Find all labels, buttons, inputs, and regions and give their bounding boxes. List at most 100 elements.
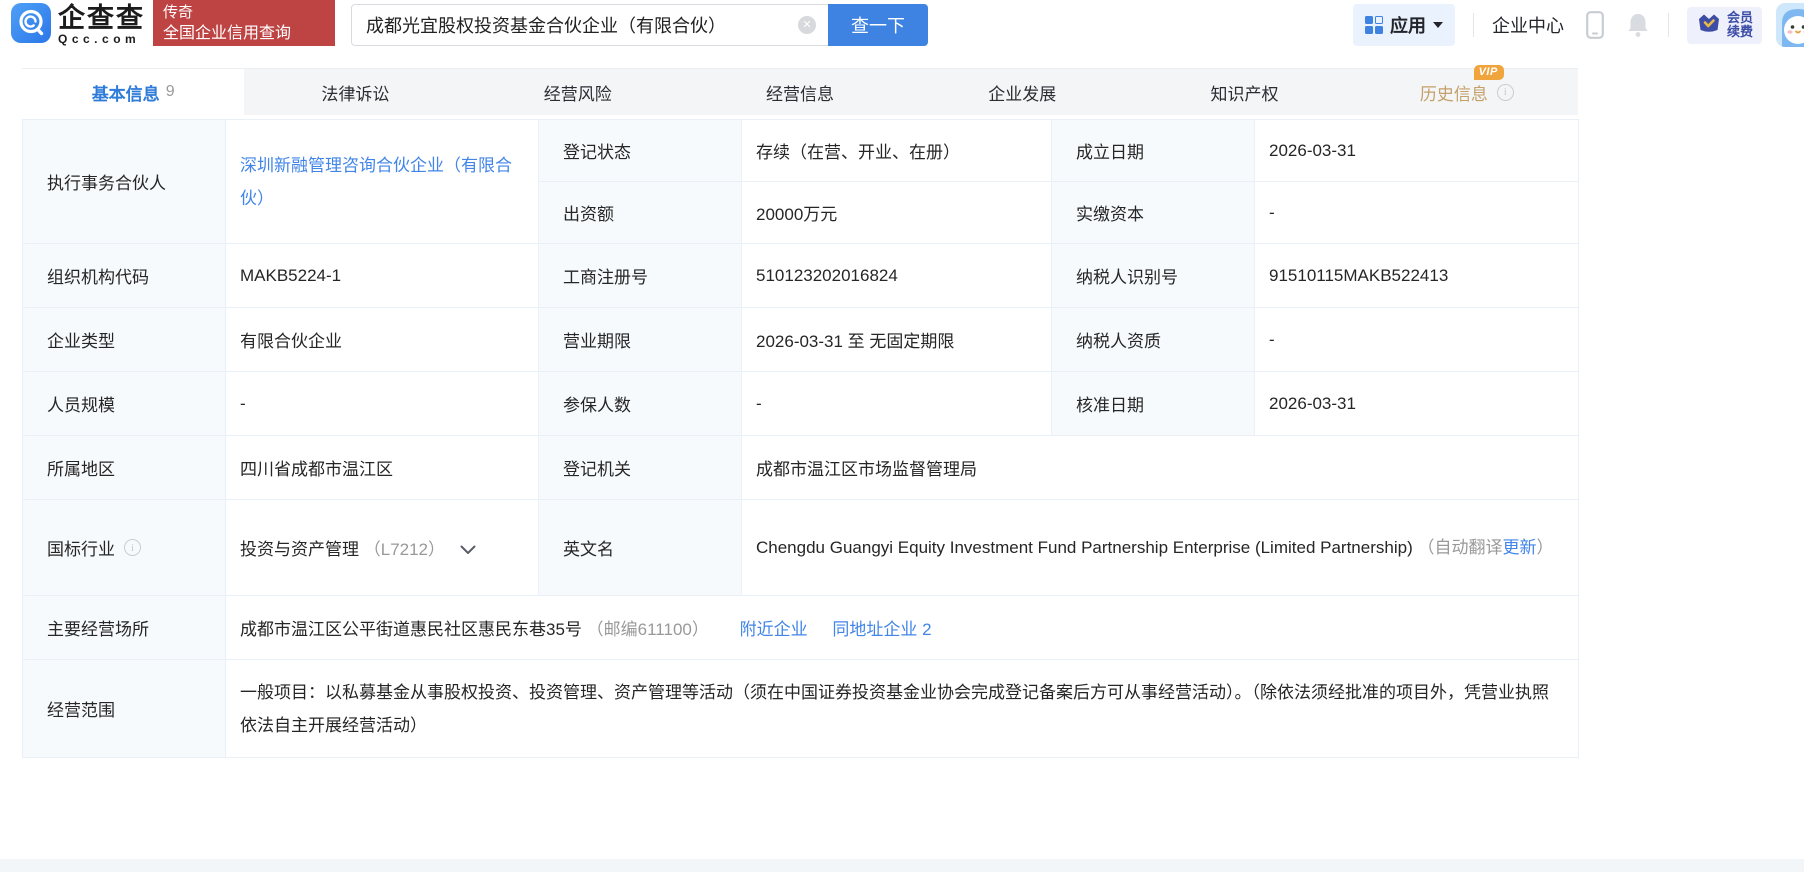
tab-operating-info[interactable]: 经营信息 — [689, 69, 911, 115]
info-circle-icon[interactable] — [1496, 83, 1514, 101]
translate-update-link[interactable]: 更新 — [1502, 538, 1536, 557]
establish-date-label: 成立日期 — [1051, 119, 1255, 182]
business-reg-no-label: 工商注册号 — [538, 243, 742, 308]
promo-banner: 传奇 全国企业信用查询 — [153, 0, 335, 46]
region-value: 四川省成都市温江区 — [225, 435, 539, 500]
staff-size-label: 人员规模 — [22, 371, 226, 436]
paid-in-capital-label: 实缴资本 — [1051, 181, 1255, 244]
info-circle-icon[interactable] — [124, 539, 141, 556]
approval-date-value: 2026-03-31 — [1254, 371, 1579, 436]
business-scope-label: 经营范围 — [22, 659, 226, 758]
auto-translate-note: （自动翻译 — [1417, 538, 1503, 557]
approval-date-label: 核准日期 — [1051, 371, 1255, 436]
divider — [1667, 13, 1669, 37]
tab-basic-info[interactable]: 基本信息 9 — [22, 69, 245, 115]
tab-label: 历史信息 — [1419, 84, 1488, 104]
english-name-label: 英文名 — [538, 499, 742, 596]
qcc-company-page: { "colors": { "accent_blue": "#3E83E2", … — [0, 0, 1804, 872]
header-right-nav: 应用 企业中心 会员 续费 — [1352, 3, 1804, 47]
industry-label: 国标行业 — [47, 540, 115, 559]
tab-label: 经营信息 — [765, 84, 834, 104]
divider — [1472, 13, 1474, 37]
tab-label: 企业发展 — [988, 84, 1057, 104]
org-code-label: 组织机构代码 — [22, 243, 226, 308]
brand-text: 企查查 Qcc.com — [58, 2, 145, 46]
business-scope-value: 一般项目：以私募基金从事股权投资、投资管理、资产管理等活动（须在中国证券投资基金… — [225, 659, 1579, 758]
tab-operating-risk[interactable]: 经营风险 — [467, 69, 689, 115]
paid-in-capital-value: - — [1254, 181, 1579, 244]
tab-intellectual-property[interactable]: 知识产权 — [1133, 69, 1355, 115]
main-address-value: 成都市温江区公平街道惠民社区惠民东巷35号 — [240, 620, 582, 639]
mobile-phone-icon[interactable] — [1586, 11, 1604, 39]
penguin-avatar[interactable] — [1776, 3, 1804, 47]
search-button[interactable]: 查一下 — [828, 4, 928, 46]
english-name-value: Chengdu Guangyi Equity Investment Fund P… — [756, 538, 1413, 557]
section-tabbar: 基本信息 9 法律诉讼 经营风险 经营信息 企业发展 知识产权 历史信息 VIP — [22, 64, 1578, 115]
main-address-label: 主要经营场所 — [22, 595, 226, 660]
member-line1: 会员 — [1726, 10, 1753, 25]
executive-partner-link[interactable]: 深圳新融管理咨询合伙企业（有限合伙） — [240, 156, 512, 208]
member-crown-icon — [1696, 11, 1722, 40]
company-type-value: 有限合伙企业 — [225, 307, 539, 372]
business-term-value: 2026-03-31 至 无固定期限 — [741, 307, 1052, 372]
apps-grid-icon — [1364, 16, 1383, 34]
reg-status-label: 登记状态 — [538, 119, 742, 182]
member-line2: 续费 — [1726, 24, 1753, 39]
brand-name-cn: 企查查 — [58, 2, 145, 33]
taxpayer-qualification-value: - — [1254, 307, 1579, 372]
nearby-companies-link[interactable]: 附近企业 — [740, 620, 808, 639]
main-address-zip: （邮编611100） — [586, 620, 709, 639]
promo-line1: 传奇 — [163, 4, 194, 21]
tab-label: 基本信息 — [91, 84, 160, 104]
vip-badge: VIP — [1473, 64, 1504, 80]
notification-bell-icon[interactable] — [1626, 11, 1650, 39]
tab-history-info[interactable]: 历史信息 VIP — [1356, 64, 1578, 115]
contribution-value: 20000万元 — [741, 181, 1052, 244]
insured-count-value: - — [741, 371, 1052, 436]
auto-translate-note-close: ） — [1536, 538, 1554, 557]
tab-legal-proceedings[interactable]: 法律诉讼 — [244, 69, 466, 115]
tab-label: 知识产权 — [1210, 84, 1279, 104]
member-text: 会员 续费 — [1727, 11, 1753, 39]
contribution-label: 出资额 — [538, 181, 742, 244]
qcc-logo[interactable]: 企查查 Qcc.com — [10, 2, 145, 49]
top-header: 企查查 Qcc.com 传奇 全国企业信用查询 查一下 应用 企业中心 — [0, 0, 1804, 50]
business-reg-no-value: 510123202016824 — [741, 243, 1052, 308]
qcc-logo-magnifier-icon — [10, 2, 52, 49]
company-type-label: 企业类型 — [22, 307, 226, 372]
apps-menu-button[interactable]: 应用 — [1352, 4, 1455, 46]
main-address-value-cell: 成都市温江区公平街道惠民社区惠民东巷35号 （邮编611100） 附近企业 同地… — [225, 595, 1579, 660]
industry-label-cell: 国标行业 — [22, 499, 226, 596]
enterprise-center-link[interactable]: 企业中心 — [1492, 12, 1564, 38]
business-term-label: 营业期限 — [538, 307, 742, 372]
registration-authority-label: 登记机关 — [538, 435, 742, 500]
org-code-value: MAKB5224-1 — [225, 243, 539, 308]
caret-down-icon — [1432, 22, 1443, 28]
establish-date-value: 2026-03-31 — [1254, 119, 1579, 182]
executive-partner-label: 执行事务合伙人 — [22, 119, 226, 244]
chevron-down-icon[interactable] — [460, 540, 476, 560]
apps-label: 应用 — [1389, 16, 1426, 36]
basic-info-table: 执行事务合伙人 深圳新融管理咨询合伙企业（有限合伙） 登记状态 存续（在营、开业… — [22, 119, 1579, 758]
tab-label: 法律诉讼 — [321, 84, 390, 104]
same-address-companies-link[interactable]: 同地址企业 2 — [832, 620, 931, 639]
registration-authority-value: 成都市温江区市场监督管理局 — [741, 435, 1579, 500]
clear-search-icon[interactable] — [798, 16, 816, 34]
industry-code: （L7212） — [363, 539, 446, 559]
tab-enterprise-development[interactable]: 企业发展 — [911, 69, 1133, 115]
promo-line2: 全国企业信用查询 — [163, 25, 292, 42]
taxpayer-id-value: 91510115MAKB522413 — [1254, 243, 1579, 308]
insured-count-label: 参保人数 — [538, 371, 742, 436]
bottom-strip — [0, 859, 1804, 872]
tab-label: 经营风险 — [543, 84, 612, 104]
industry-value-cell: 投资与资产管理 （L7212） — [225, 499, 539, 596]
industry-value: 投资与资产管理 — [240, 539, 359, 559]
search-input[interactable] — [351, 4, 828, 46]
region-label: 所属地区 — [22, 435, 226, 500]
taxpayer-id-label: 纳税人识别号 — [1051, 243, 1255, 308]
staff-size-value: - — [225, 371, 539, 436]
search-bar: 查一下 — [351, 4, 928, 46]
member-renew-button[interactable]: 会员 续费 — [1686, 6, 1762, 44]
tab-count-badge: 9 — [165, 83, 175, 100]
taxpayer-qualification-label: 纳税人资质 — [1051, 307, 1255, 372]
